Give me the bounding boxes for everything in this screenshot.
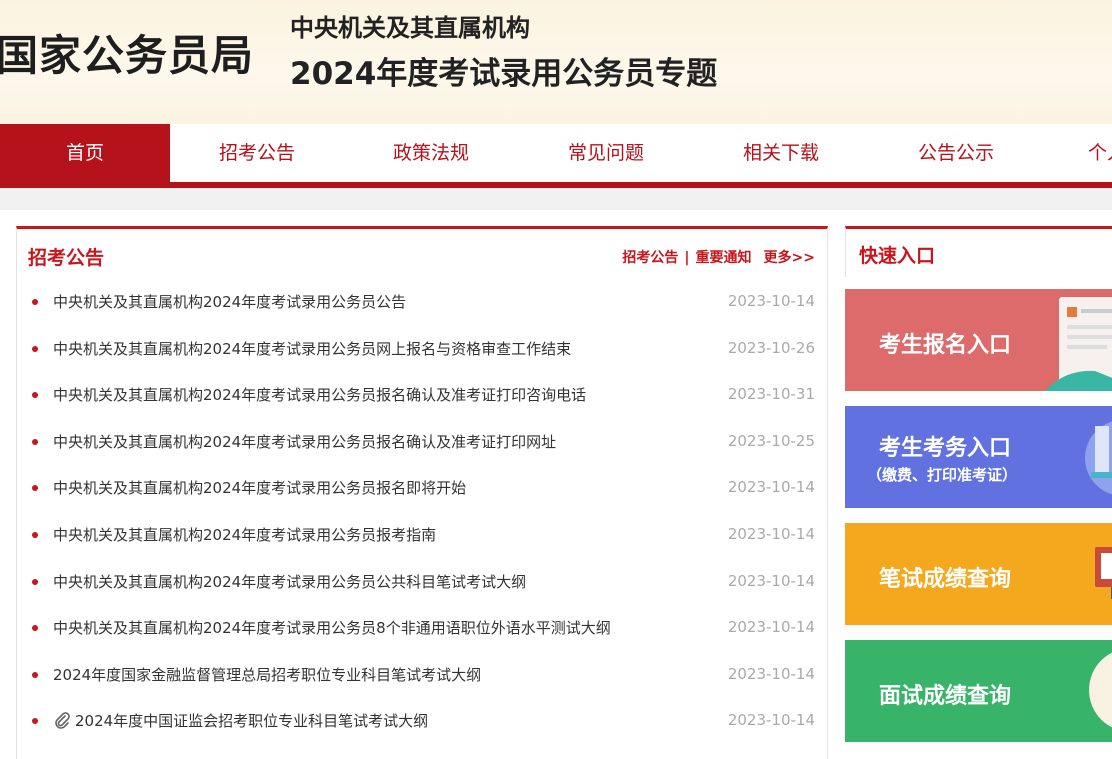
list-item[interactable]: 2024年度国家金融监督管理总局招考职位专业科目笔试考试大纲 2023-10-14	[17, 654, 827, 701]
link-separator: |	[684, 250, 690, 266]
list-item[interactable]: 中央机关及其直属机构2024年度考试录用公务员报名确认及准考证打印网址 2023-…	[17, 421, 827, 468]
interview-score-query-button[interactable]: 面试成绩查询	[845, 640, 1112, 742]
link-important-notices[interactable]: 重要通知	[696, 247, 752, 267]
button-sub-label: （缴费、打印准考证）	[867, 466, 1018, 484]
announcement-date: 2023-10-14	[727, 292, 815, 310]
announcement-title-with-attachment[interactable]: 2024年度中国证监会招考职位专业科目笔试考试大纲	[53, 710, 428, 731]
announcement-title[interactable]: 中央机关及其直属机构2024年度考试录用公务员报名确认及准考证打印咨询电话	[53, 384, 586, 405]
announcements-links: 招考公告 | 重要通知 更多>>	[622, 247, 815, 267]
list-item[interactable]: 中央机关及其直属机构2024年度考试录用公务员网上报名与资格审查工作结束 2023…	[17, 328, 827, 375]
bullet-icon	[32, 625, 38, 632]
bullet-icon	[32, 531, 38, 538]
more-link[interactable]: 更多>>	[764, 247, 815, 267]
list-item[interactable]: 中央机关及其直属机构2024年度考试录用公务员8个非通用语职位外语水平测试大纲 2…	[17, 607, 827, 654]
link-announcements[interactable]: 招考公告	[622, 247, 678, 267]
announcement-title[interactable]: 中央机关及其直属机构2024年度考试录用公务员公告	[53, 291, 406, 312]
nav-item-public-notice[interactable]: 公告公示	[871, 124, 1041, 182]
nav-item-policies[interactable]: 政策法规	[346, 124, 516, 182]
announcement-date: 2023-10-25	[727, 431, 815, 450]
nav-item-downloads[interactable]: 相关下载	[696, 124, 866, 182]
candidate-registration-button[interactable]: 考生报名入口	[845, 289, 1112, 391]
header-main-title: 2024年度考试录用公务员专题	[290, 56, 718, 92]
bullet-icon	[32, 438, 38, 445]
list-item[interactable]: 中央机关及其直属机构2024年度考试录用公务员报名即将开始 2023-10-14	[17, 467, 827, 514]
announcement-title[interactable]: 中央机关及其直属机构2024年度考试录用公务员报名即将开始	[53, 477, 466, 498]
paperclip-icon	[55, 712, 70, 730]
announcement-date: 2023-10-14	[727, 711, 815, 730]
form-document-icon	[1045, 297, 1112, 391]
announcement-title[interactable]: 中央机关及其直属机构2024年度考试录用公务员报考指南	[53, 524, 436, 545]
bullet-icon	[32, 671, 38, 678]
main-nav: 首页 招考公告 政策法规 常见问题 相关下载 公告公示 个人	[0, 124, 1112, 188]
announcement-title[interactable]: 中央机关及其直属机构2024年度考试录用公务员8个非通用语职位外语水平测试大纲	[53, 617, 611, 638]
bullet-icon	[32, 392, 38, 399]
announcement-date: 2023-10-14	[727, 664, 815, 683]
candidate-affairs-button[interactable]: 考生考务入口 （缴费、打印准考证）	[845, 406, 1112, 508]
announcement-title[interactable]: 中央机关及其直属机构2024年度考试录用公务员报名确认及准考证打印网址	[53, 431, 556, 452]
laptop-icon	[1085, 421, 1112, 495]
list-item[interactable]: 2024年度中国证监会招考职位专业科目笔试考试大纲 2023-10-14	[17, 700, 827, 747]
list-item[interactable]: 中央机关及其直属机构2024年度考试录用公务员报考指南 2023-10-14	[17, 514, 827, 561]
announcement-title[interactable]: 中央机关及其直属机构2024年度考试录用公务员公共科目笔试考试大纲	[53, 571, 526, 592]
list-item[interactable]: 中央机关及其直属机构2024年度考试录用公务员公告 2023-10-14	[17, 281, 827, 328]
nav-spacer	[0, 188, 1112, 210]
nav-item-announcements[interactable]: 招考公告	[172, 124, 342, 182]
button-label: 考生考务入口	[879, 436, 1012, 461]
person-icon	[1089, 652, 1112, 728]
bullet-icon	[32, 345, 38, 352]
site-name[interactable]: 国家公务员局	[0, 22, 254, 83]
bullet-icon	[32, 485, 38, 492]
bullet-icon	[32, 578, 38, 585]
site-header: 国家公务员局 中央机关及其直属机构 2024年度考试录用公务员专题	[0, 0, 1112, 124]
bullet-icon	[32, 299, 38, 305]
list-item[interactable]: 中央机关及其直属机构2024年度考试录用公务员公共科目笔试考试大纲 2023-10…	[17, 561, 827, 608]
button-label: 考生报名入口	[879, 333, 1012, 358]
quick-entry-panel: 快速入口 考生报名入口 考生考务入口 （缴费、打印准考证） 笔试成绩查询 面试成…	[845, 226, 1112, 746]
announcement-title[interactable]: 2024年度国家金融监督管理总局招考职位专业科目笔试考试大纲	[53, 664, 481, 685]
announcement-date: 2023-10-14	[727, 478, 815, 497]
announcements-panel: 招考公告 招考公告 | 重要通知 更多>> 中央机关及其直属机构2024年度考试录用公…	[16, 226, 828, 759]
quick-entry-header: 快速入口	[845, 226, 1112, 277]
written-score-query-button[interactable]: 笔试成绩查询	[845, 523, 1112, 625]
header-sub-title: 中央机关及其直属机构	[290, 14, 530, 42]
announcement-title: 2024年度中国证监会招考职位专业科目笔试考试大纲	[75, 712, 429, 731]
button-label: 笔试成绩查询	[879, 567, 1012, 592]
quick-entry-title: 快速入口	[859, 245, 936, 267]
announcement-title[interactable]: 中央机关及其直属机构2024年度考试录用公务员网上报名与资格审查工作结束	[53, 338, 571, 359]
announcement-date: 2023-10-31	[727, 385, 815, 404]
announcement-date: 2023-10-14	[727, 524, 815, 543]
nav-item-faq[interactable]: 常见问题	[521, 124, 691, 182]
bullet-icon	[32, 718, 38, 725]
nav-item-personal[interactable]: 个人	[1088, 124, 1112, 182]
announcement-date: 2023-10-14	[727, 571, 815, 590]
monitor-icon	[1095, 547, 1112, 599]
announcements-title: 招考公告	[28, 247, 105, 269]
button-label: 面试成绩查询	[879, 684, 1012, 709]
announcement-date: 2023-10-14	[727, 618, 815, 637]
list-item[interactable]: 中央机关及其直属机构2024年度考试录用公务员报名确认及准考证打印咨询电话 202…	[17, 374, 827, 421]
announcement-list: 中央机关及其直属机构2024年度考试录用公务员公告 2023-10-14 中央机关…	[17, 281, 827, 747]
nav-item-home[interactable]: 首页	[0, 124, 170, 182]
announcement-date: 2023-10-26	[727, 338, 815, 357]
